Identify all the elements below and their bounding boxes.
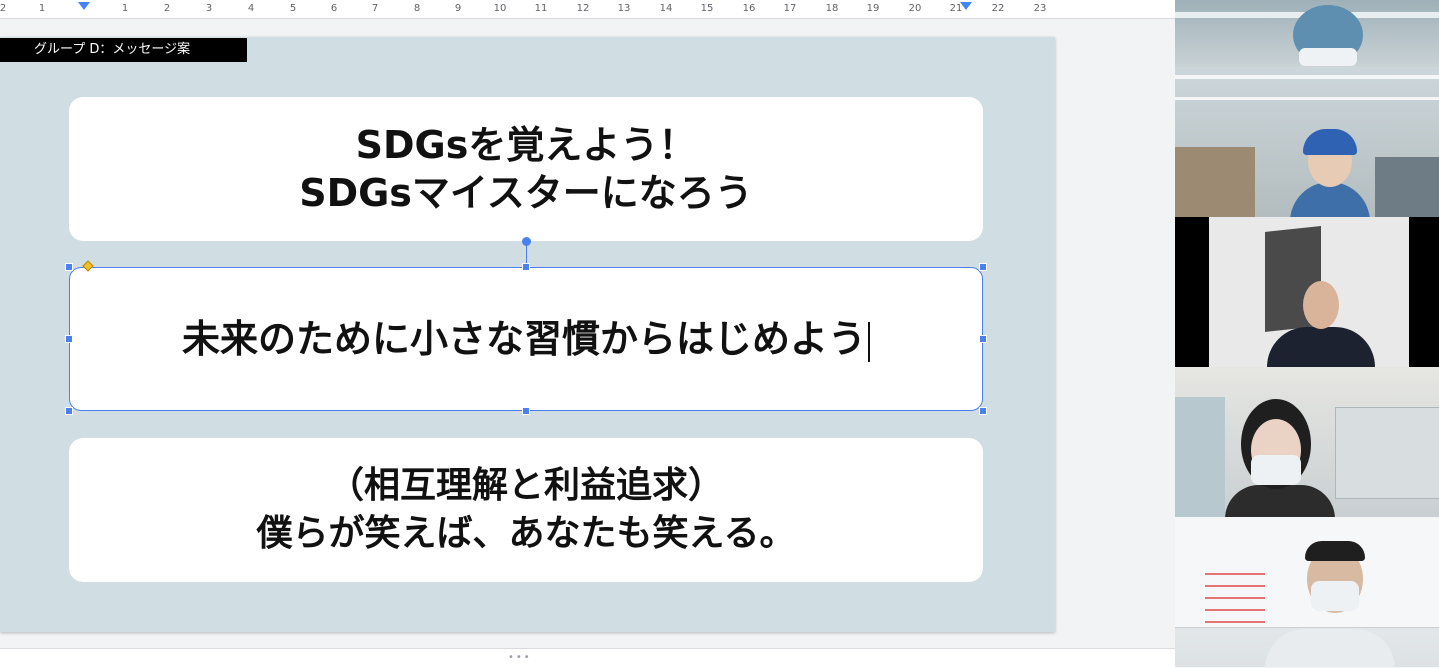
participant-mask [1311, 581, 1359, 611]
ceiling-light [1175, 75, 1439, 79]
resize-handle-nw[interactable] [65, 263, 73, 271]
ruler-tick: 2 [0, 3, 7, 14]
ruler-tick: 1 [121, 3, 129, 14]
resize-handle-ne[interactable] [979, 263, 987, 271]
ruler-tick: 10 [493, 3, 507, 14]
message-card-1[interactable]: SDGsを覚えよう！ SDGsマイスターになろう [69, 97, 983, 241]
ruler-tick: 2 [163, 3, 171, 14]
resize-handle-w[interactable] [65, 335, 73, 343]
drag-grip-icon[interactable]: ••• [508, 652, 532, 663]
participant-tile-4[interactable] [1175, 367, 1439, 517]
ruler-tick: 5 [289, 3, 297, 14]
participant-cap [1303, 129, 1357, 155]
speaker-notes-divider[interactable]: ••• [0, 648, 1175, 668]
background-shelf [1175, 397, 1225, 517]
ruler-tick: 7 [371, 3, 379, 14]
ruler-tick: 22 [991, 3, 1005, 14]
horizontal-ruler[interactable]: 2 1 1 2 3 4 5 6 7 8 9 10 11 12 13 14 15 … [0, 0, 1175, 19]
vertical-scrollbar[interactable] [1165, 19, 1175, 648]
resize-handle-sw[interactable] [65, 407, 73, 415]
background-machinery [1375, 157, 1439, 217]
resize-handle-s[interactable] [522, 407, 530, 415]
whiteboard-notes [1205, 567, 1265, 627]
ruler-tick: 19 [866, 3, 880, 14]
participant-hair [1305, 541, 1365, 561]
ruler-tick: 13 [617, 3, 631, 14]
participant-body [1265, 629, 1395, 667]
text-cursor [868, 321, 870, 362]
participant-mask [1299, 48, 1357, 66]
participant-tile-3[interactable] [1175, 217, 1439, 367]
message-card-3[interactable]: （相互理解と利益追求） 僕らが笑えば、あなたも笑える。 [69, 438, 983, 582]
ruler-tick: 1 [38, 3, 46, 14]
ruler-tick: 12 [576, 3, 590, 14]
participant-tile-5[interactable] [1175, 517, 1439, 667]
indent-marker-left[interactable] [78, 2, 90, 10]
rotation-handle[interactable] [522, 237, 531, 246]
resize-handle-se[interactable] [979, 407, 987, 415]
ruler-tick: 14 [659, 3, 673, 14]
participant-tile-1[interactable] [1175, 0, 1439, 67]
indent-marker-right[interactable] [960, 2, 972, 10]
card-text-line: SDGsを覚えよう！ [355, 123, 697, 167]
ruler-tick: 4 [247, 3, 255, 14]
ruler-tick: 18 [825, 3, 839, 14]
ruler-tick: 16 [742, 3, 756, 14]
ruler-tick: 8 [413, 3, 421, 14]
ceiling-light [1175, 97, 1439, 100]
participant-mask [1251, 455, 1301, 485]
resize-handle-e[interactable] [979, 335, 987, 343]
ruler-tick: 6 [330, 3, 338, 14]
participant-body [1225, 485, 1335, 517]
resize-handle-n[interactable] [522, 263, 530, 271]
ruler-tick: 9 [454, 3, 462, 14]
participant-avatar [1303, 281, 1339, 329]
participant-body [1290, 182, 1370, 217]
ruler-tick: 20 [908, 3, 922, 14]
ruler-tick: 15 [700, 3, 714, 14]
slide-label[interactable]: グループ D：メッセージ案 [0, 38, 247, 62]
card-text-line: SDGsマイスターになろう [299, 171, 753, 215]
card-text-line: 僕らが笑えば、あなたも笑える。 [256, 513, 796, 554]
card-text-line: 未来のために小さな習慣からはじめよう [181, 317, 866, 361]
ruler-tick: 23 [1033, 3, 1047, 14]
video-participants-panel [1175, 0, 1439, 667]
background-sink [1335, 407, 1439, 499]
ruler-tick: 11 [534, 3, 548, 14]
background-cabinet [1175, 147, 1255, 217]
message-card-2[interactable]: 未来のために小さな習慣からはじめよう [69, 267, 983, 411]
card-text-row: 未来のために小さな習慣からはじめよう [182, 315, 870, 363]
ruler-tick: 3 [205, 3, 213, 14]
card-text-line: （相互理解と利益追求） [327, 465, 724, 506]
participant-tile-2[interactable] [1175, 67, 1439, 217]
ruler-tick: 17 [783, 3, 797, 14]
